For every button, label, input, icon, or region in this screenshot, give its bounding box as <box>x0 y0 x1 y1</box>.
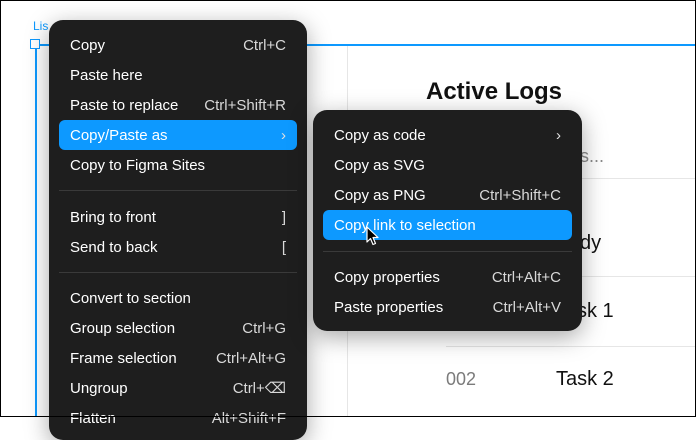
menu-item-label: Flatten <box>70 409 116 427</box>
menu-item-shortcut: Ctrl+Shift+C <box>479 186 561 204</box>
menu-separator <box>59 272 297 273</box>
menu-item-shortcut: Ctrl+Alt+G <box>215 349 286 367</box>
menu-item-label: Copy as SVG <box>334 156 425 174</box>
menu-item-paste-to-replace[interactable]: Paste to replace Ctrl+Shift+R <box>59 90 297 120</box>
menu-item-label: Copy as PNG <box>334 186 426 204</box>
menu-item-copy-to-figma-sites[interactable]: Copy to Figma Sites <box>59 150 297 180</box>
menu-item-bring-to-front[interactable]: Bring to front ] <box>59 202 297 232</box>
menu-item-copy-as-png[interactable]: Copy as PNG Ctrl+Shift+C <box>323 180 572 210</box>
menu-item-label: Copy/Paste as <box>70 126 168 144</box>
menu-item-label: Copy properties <box>334 268 440 286</box>
menu-item-copy-paste-as[interactable]: Copy/Paste as › <box>59 120 297 150</box>
menu-item-convert-to-section[interactable]: Convert to section <box>59 283 297 313</box>
menu-item-label: Copy as code <box>334 126 426 144</box>
selection-outline-left <box>35 44 37 417</box>
menu-item-copy[interactable]: Copy Ctrl+C <box>59 30 297 60</box>
row-task-text: Task 2 <box>556 368 614 390</box>
pointer-cursor-icon <box>366 226 379 246</box>
menu-item-copy-as-svg[interactable]: Copy as SVG <box>323 150 572 180</box>
menu-item-label: Bring to front <box>70 208 156 226</box>
row-divider <box>446 346 696 347</box>
menu-item-label: Copy to Figma Sites <box>70 156 206 174</box>
menu-item-shortcut: Ctrl+⌫ <box>232 380 286 397</box>
menu-separator <box>323 251 572 252</box>
menu-item-ungroup[interactable]: Ungroup Ctrl+⌫ <box>59 373 297 403</box>
menu-item-paste-properties[interactable]: Paste properties Ctrl+Alt+V <box>323 292 572 322</box>
menu-item-shortcut: Ctrl+Shift+R <box>204 96 286 114</box>
menu-item-label: Paste to replace <box>70 96 179 114</box>
menu-item-label: Paste here <box>70 66 143 84</box>
menu-item-flatten[interactable]: Flatten Alt+Shift+F <box>59 403 297 433</box>
menu-item-frame-selection[interactable]: Frame selection Ctrl+Alt+G <box>59 343 297 373</box>
frame-name-label[interactable]: Lis <box>33 19 48 33</box>
menu-item-label: Send to back <box>70 238 158 256</box>
menu-item-paste-here[interactable]: Paste here <box>59 60 297 90</box>
menu-item-shortcut: Ctrl+G <box>242 319 286 337</box>
row-task-text: sk 1 <box>577 300 614 322</box>
menu-item-shortcut: Ctrl+Alt+C <box>491 268 561 286</box>
menu-item-shortcut: ] <box>281 208 286 226</box>
copy-paste-as-submenu: Copy as code › Copy as SVG Copy as PNG C… <box>313 110 582 331</box>
menu-item-label: Frame selection <box>70 349 177 367</box>
menu-item-copy-properties[interactable]: Copy properties Ctrl+Alt+C <box>323 262 572 292</box>
menu-item-label: Ungroup <box>70 379 128 397</box>
menu-item-label: Group selection <box>70 319 176 337</box>
selection-resize-handle[interactable] <box>30 39 40 49</box>
menu-item-shortcut: Alt+Shift+F <box>211 409 286 427</box>
menu-item-send-to-back[interactable]: Send to back [ <box>59 232 297 262</box>
menu-item-shortcut: Ctrl+C <box>243 36 286 54</box>
row-id: 002 <box>446 369 477 389</box>
menu-separator <box>59 190 297 191</box>
menu-item-shortcut: Ctrl+Alt+V <box>492 298 561 316</box>
menu-item-label: Copy <box>70 36 106 54</box>
chevron-right-icon: › <box>556 126 561 144</box>
menu-item-label: Copy link to selection <box>334 216 476 234</box>
menu-item-group-selection[interactable]: Group selection Ctrl+G <box>59 313 297 343</box>
page-title: Active Logs <box>426 78 563 105</box>
row-status-text: dy <box>580 232 602 254</box>
menu-item-copy-link-to-selection[interactable]: Copy link to selection <box>323 210 572 240</box>
context-menu: Copy Ctrl+C Paste here Paste to replace … <box>49 20 307 440</box>
search-placeholder-text: s... <box>580 146 605 166</box>
chevron-right-icon: › <box>281 126 286 144</box>
menu-item-label: Paste properties <box>334 298 444 316</box>
menu-item-label: Convert to section <box>70 289 191 307</box>
menu-item-shortcut: [ <box>281 238 286 256</box>
menu-item-copy-as-code[interactable]: Copy as code › <box>323 120 572 150</box>
